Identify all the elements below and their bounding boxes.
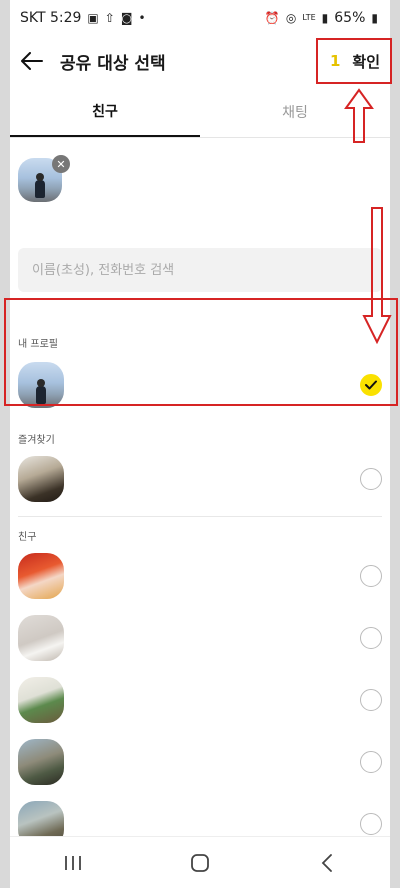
right-margin [390,0,400,888]
divider [18,516,382,517]
alarm-icon: ⏰ [264,11,280,25]
recents-icon [65,855,82,870]
hotspot-icon: ◎ [285,11,297,25]
search-input[interactable] [32,262,368,278]
dot-icon: • [138,11,146,25]
tab-bar: 친구 채팅 [10,86,390,138]
annotation-profile-box [4,298,398,406]
checkbox[interactable] [360,689,382,711]
system-nav-bar [10,836,390,888]
checkbox[interactable] [360,565,382,587]
avatar [18,553,64,599]
lte-signal-icon: LTE [302,13,316,22]
selected-chip[interactable]: ✕ [18,155,70,202]
section-friends: 친구 [18,531,37,543]
list-item[interactable] [10,448,390,510]
battery-icon: ▮ [371,11,378,25]
tab-friends[interactable]: 친구 [10,86,200,137]
chevron-left-icon [321,853,332,872]
checkbox[interactable] [360,627,382,649]
status-bar: SKT 5:29 ▣ ⇧ ◙ • ⏰ ◎ LTE ▮ 65% ▮ [10,0,390,36]
list-item[interactable] [10,607,390,669]
annotation-confirm-box [316,38,392,84]
checkbox[interactable] [360,751,382,773]
section-favorites: 즐겨찾기 [18,434,55,446]
avatar [18,677,64,723]
talk-icon: ◙ [120,11,133,25]
search-field[interactable] [18,248,382,292]
upload-icon: ⇧ [104,11,115,25]
avatar [18,615,64,661]
gallery-icon: ▣ [87,11,99,25]
arrow-left-icon [21,52,43,70]
checkbox[interactable] [360,813,382,835]
checkbox[interactable] [360,468,382,490]
list-item[interactable] [10,669,390,731]
home-icon [191,853,209,872]
avatar [18,739,64,785]
app-screen: SKT 5:29 ▣ ⇧ ◙ • ⏰ ◎ LTE ▮ 65% ▮ 공유 대상 선… [10,0,390,888]
home-button[interactable] [178,841,222,885]
signal-icon: ▮ [321,11,329,25]
avatar [18,456,64,502]
left-margin [0,0,10,888]
list-item[interactable] [10,545,390,607]
battery-text: 65% [334,10,366,26]
list-item[interactable] [10,731,390,793]
carrier-time: SKT 5:29 [20,10,82,26]
page-title: 공유 대상 선택 [60,53,166,74]
selected-list: ✕ [10,138,390,240]
back-button[interactable] [10,39,54,83]
recents-button[interactable] [51,841,95,885]
annotation-up-arrow [344,88,374,143]
back-nav-button[interactable] [305,841,349,885]
remove-icon[interactable]: ✕ [52,155,70,173]
